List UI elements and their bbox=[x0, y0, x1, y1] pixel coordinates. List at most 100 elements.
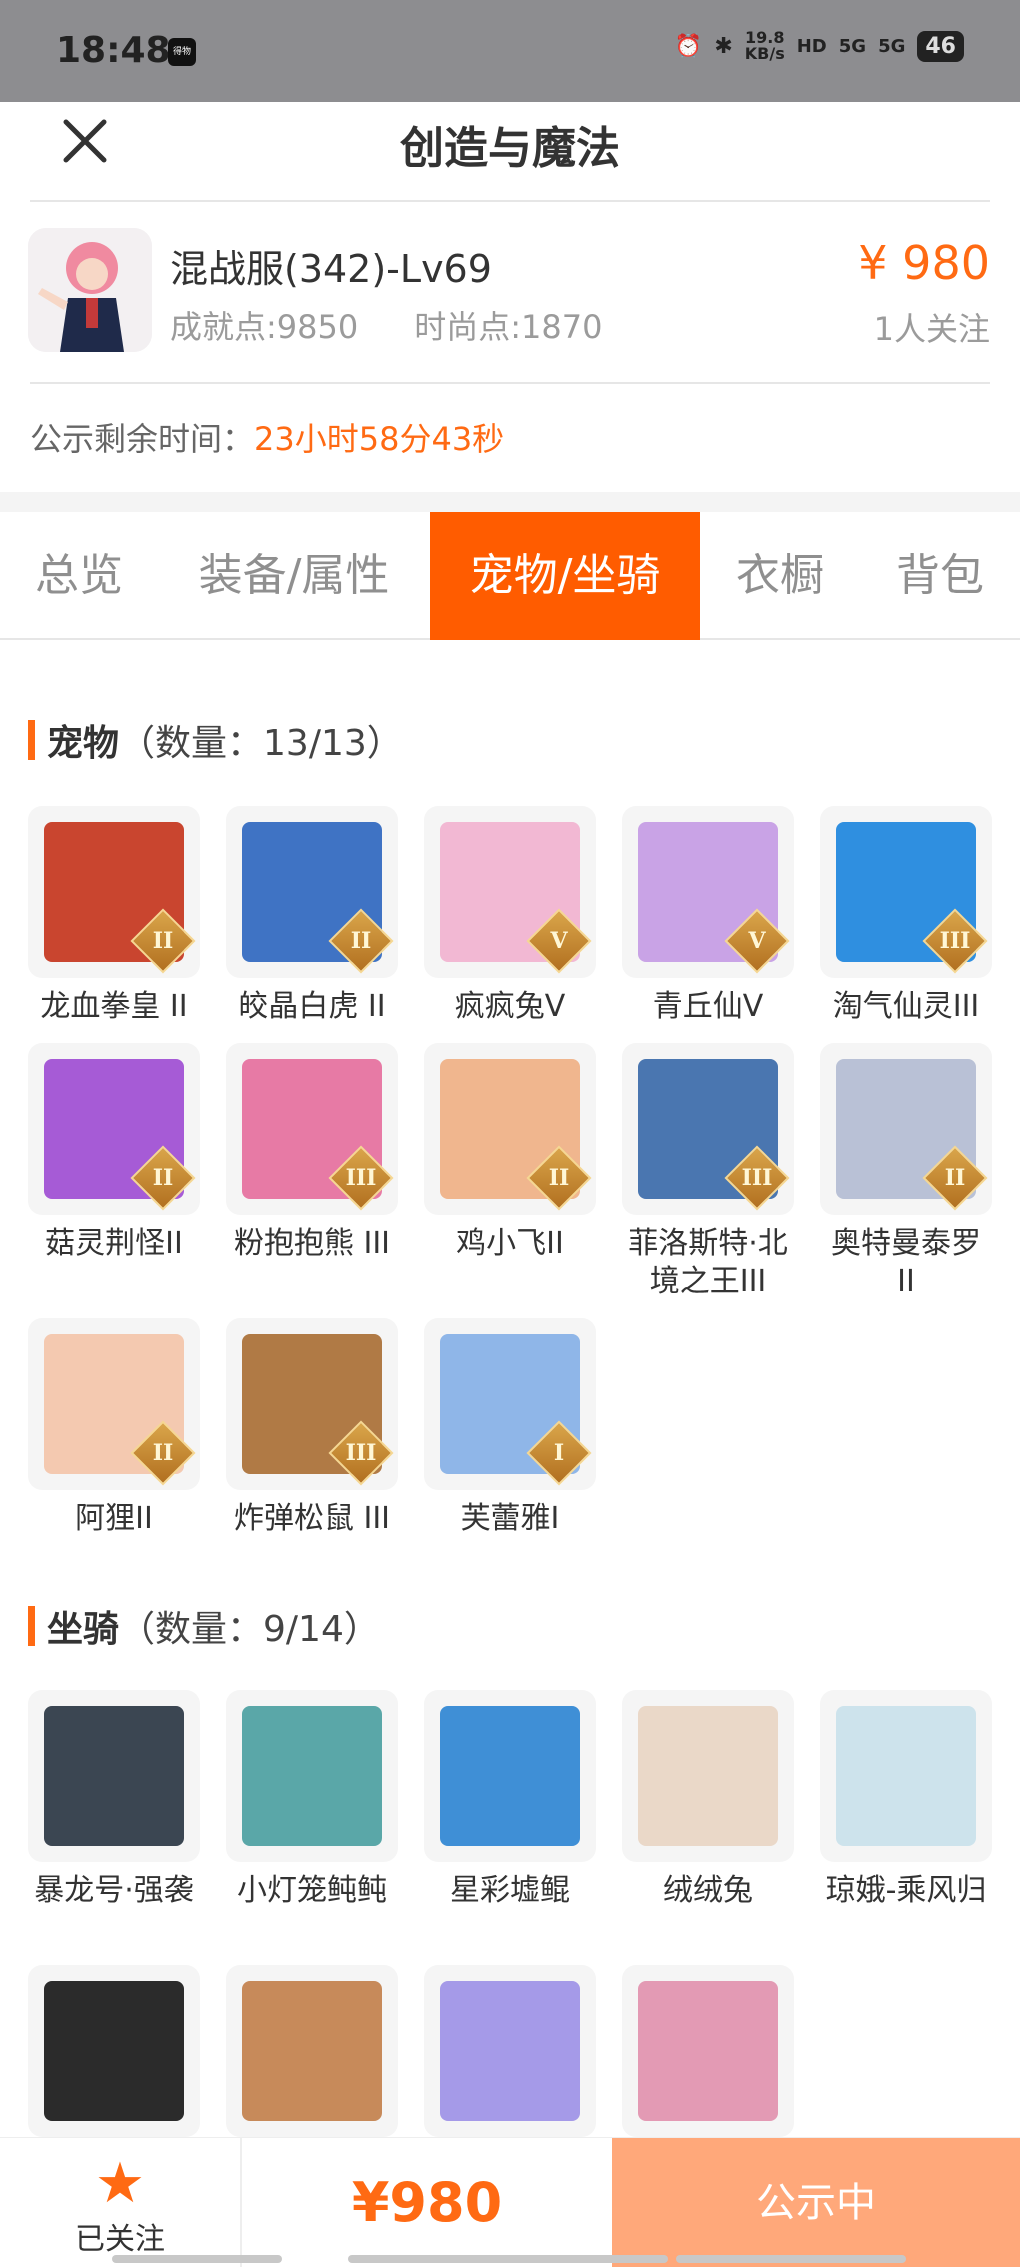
follow-button[interactable]: ★ 已关注 bbox=[0, 2138, 242, 2267]
tab-pets-mounts[interactable]: 宠物/坐骑 bbox=[430, 512, 700, 640]
item-label: 龙血拳皇 II bbox=[40, 989, 188, 1024]
item-price: ¥ 980 bbox=[858, 236, 990, 290]
item-thumbnail bbox=[28, 1965, 200, 2137]
grid-item[interactable]: V 青丘仙V bbox=[622, 806, 794, 1026]
item-label: 琼娥-乘风归 bbox=[825, 1873, 987, 1908]
item-thumbnail: II bbox=[424, 1043, 596, 1215]
item-label: 疯疯兔V bbox=[454, 989, 566, 1024]
item-thumbnail: II bbox=[28, 1318, 200, 1490]
grid-item[interactable]: I 芙蕾雅I bbox=[424, 1318, 596, 1538]
signal-5g-1-icon: 5G bbox=[838, 35, 867, 57]
grid-item[interactable]: 暴龙号·强袭 bbox=[28, 1690, 200, 1910]
grid-item[interactable]: II 菇灵荆怪II bbox=[28, 1043, 200, 1263]
bottom-price: ¥980 bbox=[351, 2171, 503, 2234]
tab-backpack[interactable]: 背包 bbox=[860, 512, 1020, 640]
item-thumbnail: II bbox=[28, 806, 200, 978]
item-label: 青丘仙V bbox=[652, 989, 764, 1024]
achievement-points: 成就点:9850 bbox=[170, 308, 359, 346]
tab-overview[interactable]: 总览 bbox=[0, 512, 158, 640]
item-thumbnail: II bbox=[28, 1043, 200, 1215]
item-thumbnail: I bbox=[424, 1318, 596, 1490]
pets-section-title: 宠物 （数量：13/13） bbox=[28, 714, 403, 766]
grid-item[interactable]: 小灯笼鲀鲀 bbox=[226, 1690, 398, 1910]
item-thumbnail: II bbox=[820, 1043, 992, 1215]
publicity-status-button[interactable]: 公示中 bbox=[612, 2138, 1020, 2267]
item-image bbox=[44, 1981, 184, 2121]
grid-item[interactable]: II 皎晶白虎 II bbox=[226, 806, 398, 1026]
divider bbox=[30, 382, 990, 384]
item-thumbnail: III bbox=[226, 1043, 398, 1215]
alarm-icon: ⏰ bbox=[674, 33, 703, 59]
item-label: 奥特曼泰罗 II bbox=[831, 1226, 981, 1299]
grid-item[interactable]: V 疯疯兔V bbox=[424, 806, 596, 1026]
item-thumbnail bbox=[424, 1965, 596, 2137]
grid-item[interactable]: II 奥特曼泰罗 II bbox=[820, 1043, 992, 1301]
item-image bbox=[440, 1706, 580, 1846]
grid-item[interactable]: III 淘气仙灵III bbox=[820, 806, 992, 1026]
countdown-label: 公示剩余时间： bbox=[30, 420, 255, 458]
grid-item[interactable]: III 粉抱抱熊 III bbox=[226, 1043, 398, 1263]
item-summary-card[interactable]: 混战服(342)-Lv69 成就点:9850 时尚点:1870 ¥ 980 1人… bbox=[0, 200, 1020, 382]
fashion-points: 时尚点:1870 bbox=[414, 308, 603, 346]
item-thumbnail: V bbox=[622, 806, 794, 978]
item-thumbnail bbox=[226, 1965, 398, 2137]
bottom-action-bar: ★ 已关注 ¥980 公示中 bbox=[0, 2137, 1020, 2267]
item-image bbox=[44, 1706, 184, 1846]
signal-5g-2-icon: 5G bbox=[878, 35, 906, 57]
item-thumbnail: V bbox=[424, 806, 596, 978]
item-label: 菇灵荆怪II bbox=[45, 1226, 183, 1261]
grid-item[interactable] bbox=[424, 1965, 596, 2147]
grid-item[interactable] bbox=[622, 1965, 794, 2147]
grid-item[interactable]: II 阿狸II bbox=[28, 1318, 200, 1538]
section-gap bbox=[0, 492, 1020, 512]
grid-item[interactable]: III 菲洛斯特·北境之王III bbox=[622, 1043, 794, 1301]
item-image bbox=[638, 1706, 778, 1846]
follower-count: 1人关注 bbox=[873, 310, 990, 348]
item-thumbnail: III bbox=[622, 1043, 794, 1215]
item-label: 淘气仙灵III bbox=[832, 989, 980, 1024]
character-avatar bbox=[28, 228, 152, 352]
grid-item[interactable]: 绒绒兔 bbox=[622, 1690, 794, 1910]
item-label: 炸弹松鼠 III bbox=[233, 1501, 391, 1536]
bluetooth-icon: ✱ bbox=[714, 33, 733, 59]
item-image bbox=[242, 1981, 382, 2121]
item-label: 阿狸II bbox=[75, 1501, 153, 1536]
item-thumbnail: II bbox=[226, 806, 398, 978]
system-status-bar: 18:48 得物 ⏰ ✱ 19.8 KB/s HD 5G 5G 46 bbox=[0, 0, 1020, 102]
hd-icon: HD bbox=[796, 35, 827, 57]
item-label: 鸡小飞II bbox=[456, 1226, 564, 1261]
item-label: 暴龙号·强袭 bbox=[34, 1873, 194, 1908]
countdown: 公示剩余时间：23小时58分43秒 bbox=[30, 414, 504, 460]
mounts-section-title: 坐骑 （数量：9/14） bbox=[28, 1600, 380, 1652]
item-thumbnail: III bbox=[820, 806, 992, 978]
item-thumbnail bbox=[622, 1965, 794, 2137]
scroll-indicator bbox=[112, 2255, 282, 2263]
item-label: 粉抱抱熊 III bbox=[233, 1226, 391, 1261]
item-label: 皎晶白虎 II bbox=[238, 989, 386, 1024]
grid-item[interactable]: 星彩墟鲲 bbox=[424, 1690, 596, 1910]
item-label: 菲洛斯特·北境之王III bbox=[628, 1226, 788, 1299]
item-thumbnail bbox=[28, 1690, 200, 1862]
status-icons: ⏰ ✱ 19.8 KB/s HD 5G 5G 46 bbox=[675, 30, 964, 62]
tab-equipment[interactable]: 装备/属性 bbox=[158, 512, 430, 640]
scroll-indicator bbox=[348, 2255, 668, 2263]
grid-item[interactable]: II 龙血拳皇 II bbox=[28, 806, 200, 1026]
item-image bbox=[638, 1981, 778, 2121]
grid-item[interactable] bbox=[226, 1965, 398, 2147]
tab-wardrobe[interactable]: 衣橱 bbox=[700, 512, 860, 640]
battery-indicator: 46 bbox=[917, 30, 964, 62]
item-thumbnail bbox=[226, 1690, 398, 1862]
item-label: 芙蕾雅I bbox=[460, 1501, 560, 1536]
grid-item[interactable] bbox=[28, 1965, 200, 2147]
item-thumbnail bbox=[622, 1690, 794, 1862]
network-speed: 19.8 KB/s bbox=[744, 28, 785, 63]
grid-item[interactable]: II 鸡小飞II bbox=[424, 1043, 596, 1263]
clock: 18:48 bbox=[56, 30, 171, 71]
grid-item[interactable]: III 炸弹松鼠 III bbox=[226, 1318, 398, 1538]
countdown-value: 23小时58分43秒 bbox=[254, 420, 505, 458]
section-accent-bar bbox=[28, 720, 35, 760]
page-header: 创造与魔法 bbox=[0, 102, 1020, 200]
app-notification-icon: 得物 bbox=[168, 38, 196, 66]
item-image bbox=[440, 1981, 580, 2121]
grid-item[interactable]: 琼娥-乘风归 bbox=[820, 1690, 992, 1910]
